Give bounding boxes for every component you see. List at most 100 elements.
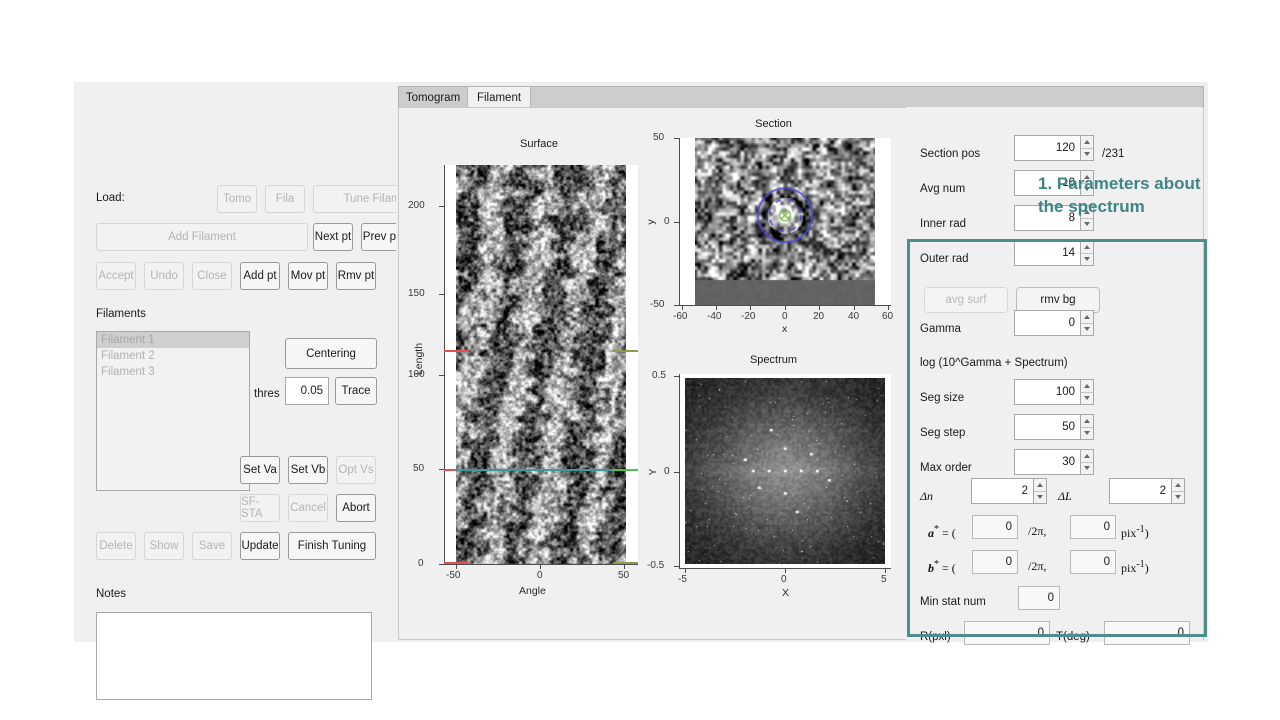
b-star-v2-input[interactable]: 0 <box>1070 550 1116 574</box>
accept-button[interactable]: Accept <box>96 262 136 290</box>
delete-button[interactable]: Delete <box>96 532 136 560</box>
section-xtick: -20 <box>741 311 756 322</box>
a-star-v1-input[interactable]: 0 <box>972 515 1018 539</box>
delta-n-input[interactable]: 2 <box>971 478 1033 504</box>
show-button[interactable]: Show <box>144 532 184 560</box>
close-button[interactable]: Close <box>192 262 232 290</box>
spin-up-icon[interactable] <box>1081 241 1093 254</box>
spin-down-icon[interactable] <box>1081 428 1093 440</box>
surface-plot: Surface 0 50 100 150 200 -50 0 50 Angle … <box>408 138 664 598</box>
seg-size-stepper[interactable]: 100 <box>1014 379 1094 405</box>
set-vb-button[interactable]: Set Vb <box>288 456 328 484</box>
section-pos-spin-buttons[interactable] <box>1080 135 1094 161</box>
seg-size-label: Seg size <box>920 392 965 404</box>
surface-marker-right-olive <box>613 350 638 352</box>
section-image <box>695 138 875 306</box>
thres-input[interactable]: 0.05 <box>285 377 329 405</box>
add-filament-button[interactable]: Add Filament <box>96 223 308 251</box>
cancel-button[interactable]: Cancel <box>288 494 328 522</box>
outer-rad-label: Outer rad <box>920 253 969 265</box>
load-tomo-button[interactable]: Tomo <box>217 185 257 213</box>
spin-up-icon[interactable] <box>1081 450 1093 463</box>
section-pos-stepper[interactable]: 120 <box>1014 135 1094 161</box>
section-pos-input[interactable]: 120 <box>1014 135 1080 161</box>
surface-ytick: 0 <box>418 558 424 569</box>
application-window: Load: Tomo Fila Tune Filament Add Filame… <box>74 82 1208 700</box>
mov-pt-button[interactable]: Mov pt <box>288 262 328 290</box>
gamma-input[interactable]: 0 <box>1014 310 1080 336</box>
surface-ytick: 50 <box>413 463 425 474</box>
avg-surf-button[interactable]: avg surf <box>924 287 1008 313</box>
spin-down-icon[interactable] <box>1081 463 1093 475</box>
spin-down-icon[interactable] <box>1172 492 1184 504</box>
spin-up-icon[interactable] <box>1172 479 1184 492</box>
spin-up-icon[interactable] <box>1034 479 1046 492</box>
surface-image <box>456 165 626 565</box>
b-star-v1-input[interactable]: 0 <box>972 550 1018 574</box>
section-plot-title: Section <box>755 118 792 130</box>
seg-size-input[interactable]: 100 <box>1014 379 1080 405</box>
spectrum-ytick: 0.5 <box>652 370 666 381</box>
surface-xtick: -50 <box>446 570 461 581</box>
gamma-stepper[interactable]: 0 <box>1014 310 1094 336</box>
filament-listbox[interactable]: Filament 1 Filament 2 Filament 3 <box>96 331 250 491</box>
update-button[interactable]: Update <box>240 532 280 560</box>
surface-xlabel: Angle <box>519 585 546 597</box>
next-pt-button[interactable]: Next pt <box>313 223 353 251</box>
outer-rad-input[interactable]: 14 <box>1014 240 1080 266</box>
finish-tuning-button[interactable]: Finish Tuning <box>288 532 376 560</box>
add-pt-button[interactable]: Add pt <box>240 262 280 290</box>
load-fila-button[interactable]: Fila <box>265 185 305 213</box>
trace-button[interactable]: Trace <box>335 377 377 405</box>
spin-down-icon[interactable] <box>1081 219 1093 231</box>
seg-step-label: Seg step <box>920 427 966 439</box>
spin-down-icon[interactable] <box>1081 254 1093 266</box>
a-star-v2-input[interactable]: 0 <box>1070 515 1116 539</box>
spectrum-xtick: 5 <box>881 574 887 585</box>
surface-xtick: 0 <box>537 570 543 581</box>
r-pxl-input[interactable]: 0 <box>964 621 1050 645</box>
opt-vs-button[interactable]: Opt Vs <box>336 456 376 484</box>
sf-sta-button[interactable]: SF-STA <box>240 494 280 522</box>
abort-button[interactable]: Abort <box>336 494 376 522</box>
log-formula-label: log (10^Gamma + Spectrum) <box>920 357 1068 369</box>
list-item[interactable]: Filament 1 <box>97 332 249 348</box>
spin-up-icon[interactable] <box>1081 380 1093 393</box>
section-ytick: -50 <box>650 299 665 310</box>
delta-l-input[interactable]: 2 <box>1109 478 1171 504</box>
spin-up-icon[interactable] <box>1081 136 1093 149</box>
spin-down-icon[interactable] <box>1034 492 1046 504</box>
surface-marker-right-green <box>613 469 638 471</box>
max-order-stepper[interactable]: 30 <box>1014 449 1094 475</box>
section-xlabel: x <box>782 323 788 335</box>
rmv-pt-button[interactable]: Rmv pt <box>336 262 376 290</box>
spin-down-icon[interactable] <box>1081 324 1093 336</box>
list-item[interactable]: Filament 3 <box>97 364 249 380</box>
outer-rad-stepper[interactable]: 14 <box>1014 240 1094 266</box>
list-item[interactable]: Filament 2 <box>97 348 249 364</box>
seg-step-input[interactable]: 50 <box>1014 414 1080 440</box>
save-button[interactable]: Save <box>192 532 232 560</box>
centering-button[interactable]: Centering <box>285 338 377 369</box>
tab-filament[interactable]: Filament <box>467 87 531 109</box>
max-order-label: Max order <box>920 462 972 474</box>
delta-n-stepper[interactable]: 2 <box>971 478 1047 504</box>
prev-pt-button[interactable]: Prev pt <box>361 223 401 251</box>
min-stat-num-input[interactable]: 0 <box>1018 586 1060 610</box>
undo-button[interactable]: Undo <box>144 262 184 290</box>
section-xtick: -60 <box>673 311 688 322</box>
set-va-button[interactable]: Set Va <box>240 456 280 484</box>
notes-textarea[interactable] <box>96 612 372 700</box>
t-deg-input[interactable]: 0 <box>1104 621 1190 645</box>
delta-l-stepper[interactable]: 2 <box>1109 478 1185 504</box>
section-ytick: 0 <box>664 216 670 227</box>
spin-up-icon[interactable] <box>1081 311 1093 324</box>
tab-tomogram[interactable]: Tomogram <box>399 87 467 109</box>
max-order-input[interactable]: 30 <box>1014 449 1080 475</box>
spin-down-icon[interactable] <box>1081 393 1093 405</box>
section-xtick: 60 <box>882 311 894 322</box>
spin-down-icon[interactable] <box>1081 149 1093 161</box>
spin-up-icon[interactable] <box>1081 415 1093 428</box>
seg-step-stepper[interactable]: 50 <box>1014 414 1094 440</box>
b-star-label: b* = ( <box>928 559 956 575</box>
